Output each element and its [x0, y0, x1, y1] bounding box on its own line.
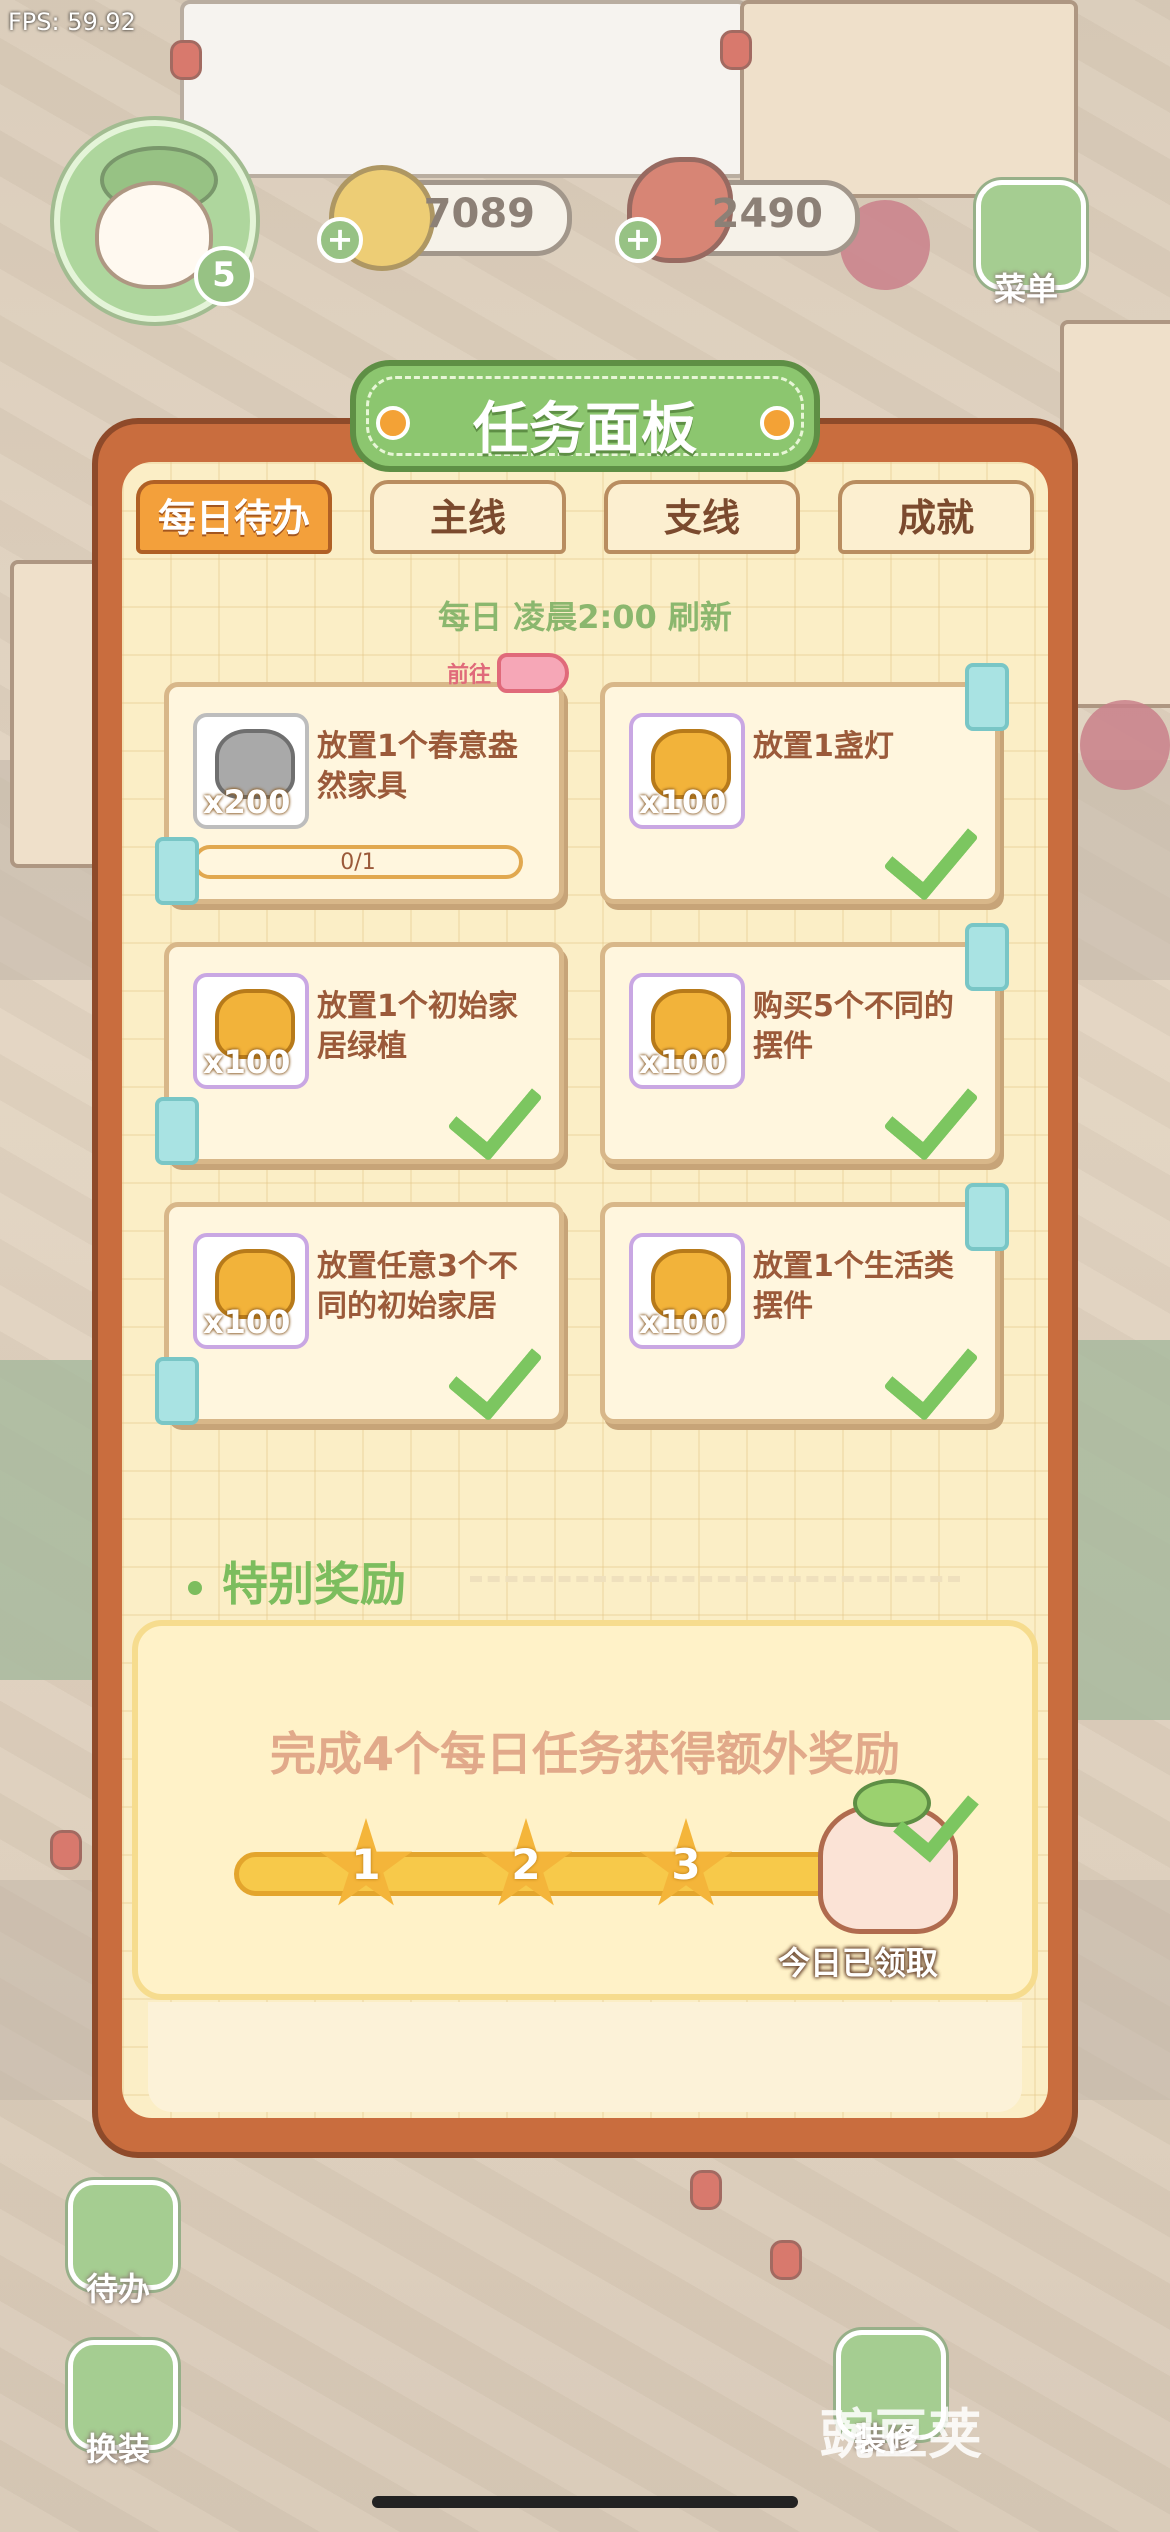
goto-button[interactable]: 前往 — [447, 653, 569, 693]
task-card[interactable]: x100 放置1个生活类摆件 — [600, 1183, 1009, 1424]
reward-quantity: x100 — [639, 1043, 727, 1081]
check-icon — [883, 1322, 979, 1422]
reward-quantity: x100 — [203, 1303, 291, 1341]
milestone-star-icon: 2 — [478, 1818, 574, 1914]
tab-daily[interactable]: 每日待办 — [136, 480, 332, 554]
reward-quantity: x100 — [639, 1303, 727, 1341]
check-icon — [447, 1062, 543, 1162]
task-card[interactable]: x200 放置1个春意盎然家具 0/1 前往 — [155, 653, 569, 905]
home-indicator[interactable] — [372, 2496, 798, 2508]
task-description: 放置1个初始家居绿植 — [317, 989, 518, 1064]
watermark-logo: 豌豆荚 — [820, 2403, 982, 2466]
task-description: 购买5个不同的摆件 — [753, 989, 954, 1064]
milestone-number: 3 — [671, 1840, 701, 1889]
special-reward-title: 特别奖励 — [222, 1557, 406, 1611]
task-progress: 0/1 — [193, 845, 523, 879]
task-card[interactable]: x100 购买5个不同的摆件 — [600, 923, 1009, 1164]
task-description: 放置1盏灯 — [753, 729, 894, 764]
task-card[interactable]: x100 放置任意3个不同的初始家居 — [155, 1202, 564, 1425]
special-reward-heading: 特别奖励 — [188, 1548, 406, 1614]
claimed-label: 今日已领取 — [778, 1944, 939, 1982]
milestone-star-icon: 1 — [318, 1818, 414, 1914]
task-panel-title-banner: 任务面板 — [350, 360, 820, 472]
paper-clip-icon — [965, 923, 1009, 991]
reward-gold-icon: x100 — [193, 1233, 309, 1349]
milestone-number: 2 — [511, 1840, 541, 1889]
bonus-description: 完成4个每日任务获得额外奖励 — [269, 1727, 900, 1781]
divider — [470, 1576, 960, 1582]
goto-label: 前往 — [446, 663, 491, 688]
reward-gold-icon: x100 — [193, 973, 309, 1089]
task-description: 放置1个春意盎然家具 — [317, 729, 518, 804]
reward-gold-icon: x100 — [629, 713, 745, 829]
reward-quantity: x100 — [639, 783, 727, 821]
paper-clip-icon — [965, 1183, 1009, 1251]
check-icon — [883, 1062, 979, 1162]
tab-achievements[interactable]: 成就 — [838, 480, 1034, 554]
reward-gold-icon: x100 — [629, 1233, 745, 1349]
arrow-right-icon — [497, 653, 569, 693]
check-icon — [883, 802, 979, 902]
task-description: 放置任意3个不同的初始家居 — [317, 1249, 518, 1324]
bullet-dot-icon — [188, 1580, 202, 1595]
reward-quantity: x100 — [203, 1043, 291, 1081]
tab-main[interactable]: 主线 — [370, 480, 566, 554]
refresh-note: 每日 凌晨2:00 刷新 — [438, 598, 732, 636]
task-description: 放置1个生活类摆件 — [753, 1249, 954, 1324]
panel-title: 任务面板 — [473, 397, 697, 462]
paper-clip-icon — [965, 663, 1009, 731]
reward-quantity: x200 — [203, 783, 291, 821]
panel-bottom-strip — [148, 2002, 1022, 2112]
task-card[interactable]: x100 放置1个初始家居绿植 — [155, 942, 564, 1165]
bonus-reward-box: 完成4个每日任务获得额外奖励 1 2 3 今日已领取 — [132, 1620, 1038, 2000]
reward-gold-icon: x100 — [629, 973, 745, 1089]
paper-clip-icon — [155, 1097, 199, 1165]
milestone-number: 1 — [351, 1840, 381, 1889]
check-icon — [447, 1322, 543, 1422]
fps-counter: FPS: 59.92 — [8, 8, 136, 36]
task-tabs: 每日待办 主线 支线 成就 — [130, 480, 1040, 560]
tab-side[interactable]: 支线 — [604, 480, 800, 554]
paper-clip-icon — [155, 837, 199, 905]
milestone-star-icon: 3 — [638, 1818, 734, 1914]
reward-silver-icon: x200 — [193, 713, 309, 829]
task-card[interactable]: x100 放置1盏灯 — [600, 663, 1009, 904]
paper-clip-icon — [155, 1357, 199, 1425]
